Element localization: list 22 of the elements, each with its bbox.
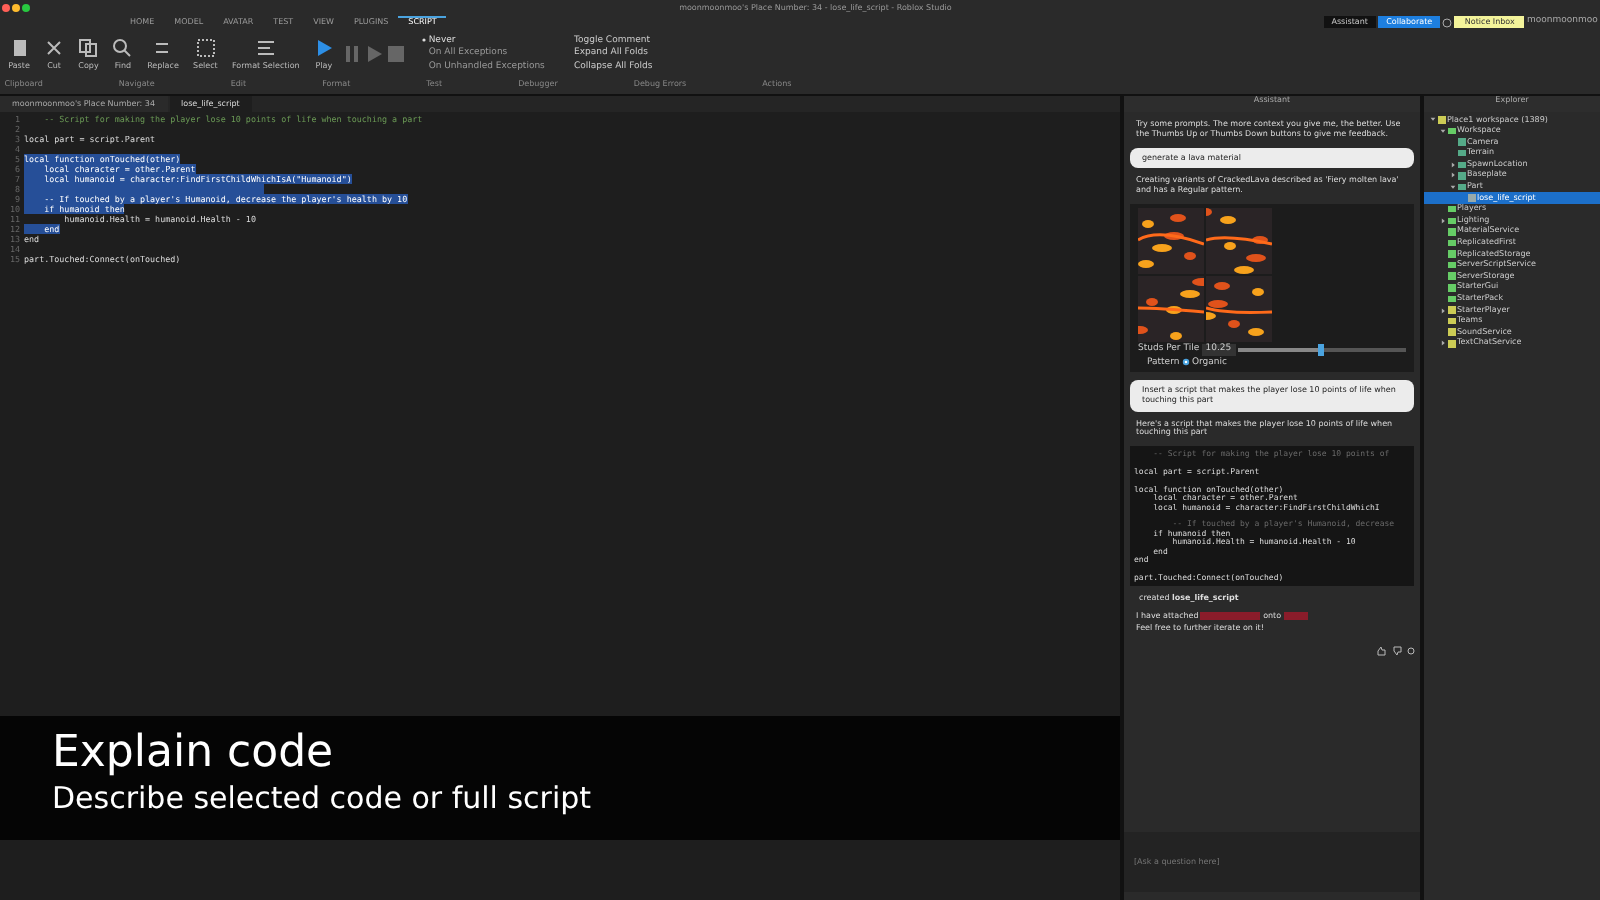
caption-subtitle: Describe selected code or full script: [52, 780, 594, 817]
thumbs-down-icon[interactable]: [1391, 645, 1401, 656]
expand-arrow-icon[interactable]: [1440, 217, 1446, 224]
cut-icon: [44, 37, 65, 58]
paste-icon: [9, 37, 30, 58]
expand-arrow-icon[interactable]: [1440, 340, 1446, 347]
expand-arrow-icon[interactable]: [1440, 307, 1446, 314]
format-icon: [255, 37, 276, 58]
stop-icon[interactable]: [386, 44, 407, 64]
caption-title: Explain code: [52, 728, 336, 781]
radio-button[interactable]: [1181, 358, 1190, 367]
slider-thumb[interactable]: [1318, 343, 1325, 356]
thumbs-up-icon[interactable]: [1376, 645, 1387, 656]
play-icon: [313, 37, 334, 58]
copy-icon: [78, 37, 99, 58]
pause-icon[interactable]: [342, 44, 363, 64]
find-icon: [112, 37, 133, 58]
collapse-arrow-icon[interactable]: [1450, 183, 1456, 190]
redaction-mark: [1200, 612, 1261, 621]
select-icon: [195, 37, 216, 58]
run-icon[interactable]: [364, 44, 385, 64]
redaction-mark: [1283, 612, 1308, 621]
